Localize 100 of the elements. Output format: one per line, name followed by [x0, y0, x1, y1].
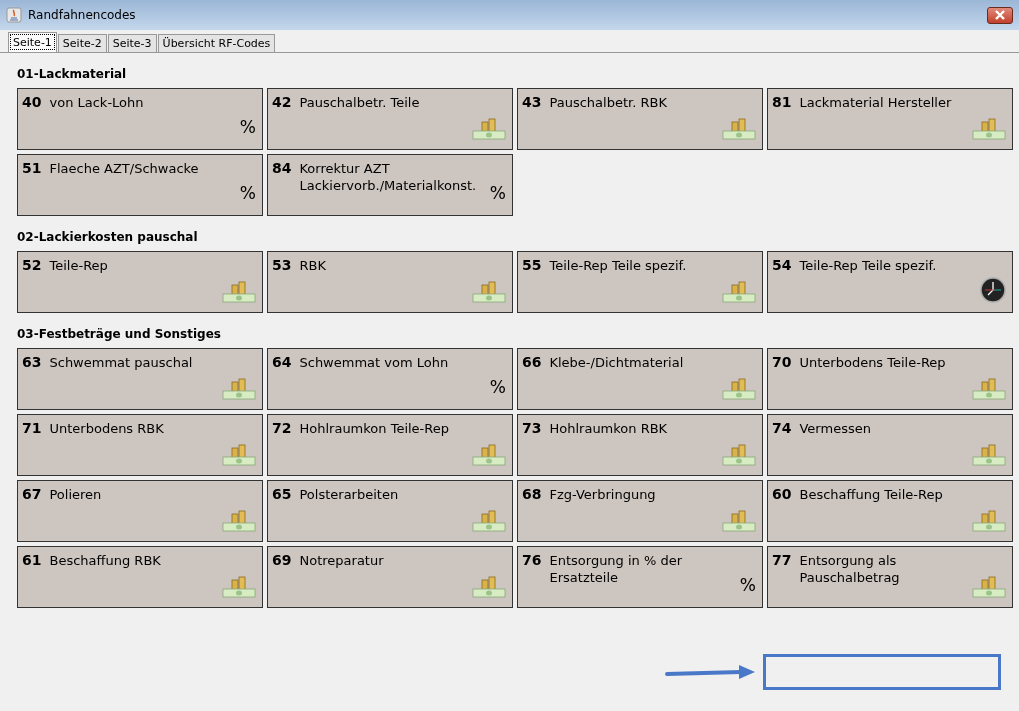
code-label: Vermessen: [799, 420, 872, 437]
code-tile[interactable]: 40 von Lack-Lohn %: [17, 88, 263, 150]
code-label: Beschaffung RBK: [49, 552, 162, 569]
code-label: Pauschalbetr. RBK: [549, 94, 668, 111]
money-icon: [222, 510, 256, 532]
code-label: Unterbodens RBK: [49, 420, 165, 437]
code-label: Teile-Rep Teile spezif.: [799, 257, 938, 274]
money-icon: [222, 444, 256, 466]
close-icon: [994, 10, 1006, 20]
code-label: Schwemmat vom Lohn: [299, 354, 450, 371]
code-tile[interactable]: 65 Polsterarbeiten: [267, 480, 513, 542]
code-number: 43: [522, 94, 542, 110]
code-tile[interactable]: 81 Lackmaterial Hersteller: [767, 88, 1013, 150]
money-icon: [972, 576, 1006, 598]
code-tile[interactable]: 67 Polieren: [17, 480, 263, 542]
close-button[interactable]: [987, 6, 1013, 24]
app-icon: [6, 7, 22, 23]
code-tile[interactable]: 53 RBK: [267, 251, 513, 313]
code-number: 73: [522, 420, 542, 436]
section-heading: 02-Lackierkosten pauschal: [17, 230, 199, 244]
code-tile[interactable]: 69 Notreparatur: [267, 546, 513, 608]
code-number: 55: [522, 257, 542, 273]
code-number: 69: [272, 552, 292, 568]
code-tile[interactable]: 72 Hohlraumkon Teile-Rep: [267, 414, 513, 476]
code-number: 42: [272, 94, 292, 110]
code-tile[interactable]: 66 Klebe-/Dichtmaterial: [517, 348, 763, 410]
code-label: Notreparatur: [299, 552, 385, 569]
money-icon: [972, 510, 1006, 532]
code-tile[interactable]: 77 Entsorgung als Pauschalbetrag: [767, 546, 1013, 608]
money-icon: [722, 378, 756, 400]
code-number: 84: [272, 160, 292, 176]
code-tile[interactable]: 51 Flaeche AZT/Schwacke %: [17, 154, 263, 216]
money-icon: [472, 118, 506, 140]
code-number: 74: [772, 420, 792, 436]
money-icon: [222, 576, 256, 598]
money-icon: [722, 118, 756, 140]
section-heading: 03-Festbeträge und Sonstiges: [17, 327, 222, 341]
code-label: Korrektur AZT Lackiervorb./Materialkonst.: [299, 160, 478, 194]
code-number: 60: [772, 486, 792, 502]
code-tile[interactable]: 73 Hohlraumkon RBK: [517, 414, 763, 476]
code-tile[interactable]: 43 Pauschalbetr. RBK: [517, 88, 763, 150]
code-label: Entsorgung in % der Ersatzteile: [549, 552, 684, 586]
money-icon: [972, 378, 1006, 400]
code-number: 63: [22, 354, 42, 370]
money-icon: [472, 510, 506, 532]
code-tile[interactable]: 76 Entsorgung in % der Ersatzteile %: [517, 546, 763, 608]
code-tile[interactable]: 60 Beschaffung Teile-Rep: [767, 480, 1013, 542]
code-label: Schwemmat pauschal: [49, 354, 194, 371]
code-tile[interactable]: 55 Teile-Rep Teile spezif.: [517, 251, 763, 313]
tab[interactable]: Seite-3: [107, 34, 157, 52]
code-tile[interactable]: 68 Fzg-Verbringung: [517, 480, 763, 542]
code-tile[interactable]: 70 Unterbodens Teile-Rep: [767, 348, 1013, 410]
code-number: 53: [272, 257, 292, 273]
code-number: 68: [522, 486, 542, 502]
money-icon: [472, 444, 506, 466]
code-tile[interactable]: 74 Vermessen: [767, 414, 1013, 476]
money-icon: [472, 576, 506, 598]
money-icon: [722, 281, 756, 303]
code-label: Teile-Rep: [49, 257, 109, 274]
money-icon: [472, 281, 506, 303]
money-icon: [722, 510, 756, 532]
money-icon: [722, 444, 756, 466]
percent-icon: %: [239, 183, 256, 203]
code-number: 67: [22, 486, 42, 502]
percent-icon: %: [489, 183, 506, 203]
code-number: 76: [522, 552, 542, 568]
code-number: 64: [272, 354, 292, 370]
code-label: Polsterarbeiten: [299, 486, 400, 503]
percent-icon: %: [739, 575, 756, 595]
code-number: 51: [22, 160, 42, 176]
code-label: Pauschalbetr. Teile: [299, 94, 421, 111]
code-number: 66: [522, 354, 542, 370]
money-icon: [222, 281, 256, 303]
code-label: Fzg-Verbringung: [549, 486, 657, 503]
code-tile[interactable]: 84 Korrektur AZT Lackiervorb./Materialkonst. %: [267, 154, 513, 216]
window-title: Randfahnencodes: [28, 8, 136, 22]
code-number: 54: [772, 257, 792, 273]
code-label: Beschaffung Teile-Rep: [799, 486, 944, 503]
code-tile[interactable]: 71 Unterbodens RBK: [17, 414, 263, 476]
code-label: Hohlraumkon Teile-Rep: [299, 420, 450, 437]
code-tile[interactable]: 64 Schwemmat vom Lohn %: [267, 348, 513, 410]
code-tile[interactable]: 54 Teile-Rep Teile spezif.: [767, 251, 1013, 313]
code-label: Entsorgung als Pauschalbetrag: [799, 552, 901, 586]
clock-icon: [980, 277, 1006, 303]
tab[interactable]: Seite-2: [57, 34, 107, 52]
percent-icon: %: [239, 117, 256, 137]
code-label: Lackmaterial Hersteller: [799, 94, 953, 111]
code-label: Unterbodens Teile-Rep: [799, 354, 947, 371]
tab[interactable]: Seite-1: [8, 32, 57, 52]
code-label: von Lack-Lohn: [49, 94, 145, 111]
code-tile[interactable]: 61 Beschaffung RBK: [17, 546, 263, 608]
code-number: 81: [772, 94, 792, 110]
code-tile[interactable]: 52 Teile-Rep: [17, 251, 263, 313]
code-label: Klebe-/Dichtmaterial: [549, 354, 685, 371]
code-tile[interactable]: 63 Schwemmat pauschal: [17, 348, 263, 410]
code-label: Teile-Rep Teile spezif.: [549, 257, 688, 274]
code-label: Flaeche AZT/Schwacke: [49, 160, 200, 177]
section-heading: 01-Lackmaterial: [17, 67, 128, 81]
code-tile[interactable]: 42 Pauschalbetr. Teile: [267, 88, 513, 150]
tab[interactable]: Übersicht RF-Codes: [157, 34, 276, 52]
